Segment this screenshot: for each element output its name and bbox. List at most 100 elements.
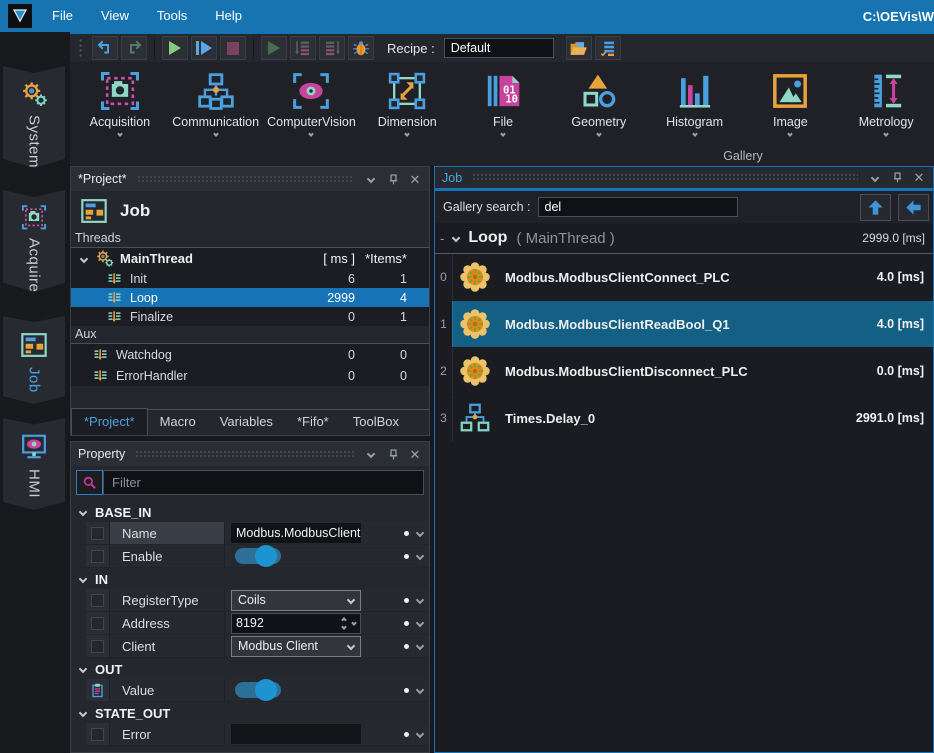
recipe-list-button[interactable] <box>595 36 621 60</box>
checkbox[interactable] <box>91 728 104 741</box>
gallery-item-file[interactable]: File <box>455 70 551 136</box>
property-row-registertype[interactable]: RegisterType Coils <box>86 589 429 612</box>
run-button[interactable] <box>162 36 188 60</box>
checkbox[interactable] <box>91 617 104 630</box>
checkbox[interactable] <box>91 550 104 563</box>
property-row-enable[interactable]: Enable <box>86 545 429 568</box>
row-checkbox-cell[interactable] <box>86 522 110 544</box>
close-button[interactable]: ✕ <box>912 171 926 185</box>
menu-file[interactable]: File <box>38 0 87 32</box>
thread-row-loop[interactable]: Loop 2999 4 <box>71 288 429 307</box>
gallery-item-histogram[interactable]: Histogram <box>647 70 743 136</box>
value-toggle[interactable] <box>235 682 281 698</box>
chevron-down-icon[interactable] <box>416 686 424 694</box>
chevron-down-icon[interactable] <box>404 131 410 137</box>
checkbox[interactable] <box>91 594 104 607</box>
panel-menu-button[interactable] <box>364 172 378 186</box>
collapse-minus[interactable]: - <box>440 231 444 246</box>
gallery-item-dimension[interactable]: Dimension <box>359 70 455 136</box>
client-select[interactable]: Modbus Client <box>231 636 361 657</box>
toolbar-grip[interactable] <box>78 38 83 58</box>
checkbox[interactable] <box>91 640 104 653</box>
gallery-item-geometry[interactable]: Geometry <box>551 70 647 136</box>
sidebar-tab-hmi[interactable]: HMI <box>3 418 65 510</box>
close-button[interactable]: ✕ <box>408 447 422 461</box>
redo-button[interactable] <box>121 36 147 60</box>
chevron-down-icon[interactable] <box>788 131 794 137</box>
row-checkbox-cell[interactable] <box>86 612 110 634</box>
chevron-down-icon[interactable] <box>596 131 602 137</box>
gallery-item-communication[interactable]: Communication <box>168 70 264 136</box>
pin-button[interactable] <box>386 447 400 461</box>
row-checkbox-cell[interactable] <box>86 589 110 611</box>
menu-help[interactable]: Help <box>201 0 256 32</box>
row-checkbox-cell[interactable] <box>86 635 110 657</box>
property-row-client[interactable]: Client Modbus Client <box>86 635 429 658</box>
panel-drag-texture[interactable] <box>137 175 354 184</box>
registertype-select[interactable]: Coils <box>231 590 361 611</box>
run-once-button[interactable] <box>261 36 287 60</box>
recipe-input[interactable] <box>444 38 554 58</box>
chevron-down-icon[interactable] <box>416 642 424 650</box>
filter-input[interactable] <box>103 470 424 495</box>
sidebar-tab-job[interactable]: Job <box>3 316 65 404</box>
stop-button[interactable] <box>220 36 246 60</box>
sidebar-tab-system[interactable]: System <box>3 66 65 168</box>
name-value-field[interactable]: Modbus.ModbusClientReadBool_Q1 <box>231 523 361 543</box>
thread-row-init[interactable]: Init 6 1 <box>71 269 429 288</box>
gallery-search-input[interactable] <box>538 197 738 217</box>
panel-drag-texture[interactable] <box>135 450 354 459</box>
thread-row-finalize[interactable]: Finalize 0 1 <box>71 307 429 326</box>
chevron-down-icon[interactable] <box>416 619 424 627</box>
property-row-address[interactable]: Address 8192 <box>86 612 429 635</box>
step-over-button[interactable] <box>319 36 345 60</box>
section-base-in[interactable]: BASE_IN <box>71 501 429 522</box>
menu-tools[interactable]: Tools <box>143 0 201 32</box>
open-recipe-button[interactable] <box>566 36 592 60</box>
property-row-name[interactable]: Name Modbus.ModbusClientReadBool_Q1 <box>86 522 429 545</box>
job-item-disconnect[interactable]: 2 Modbus.ModbusClientDisconnect_PLC 0.0 … <box>435 348 933 394</box>
chevron-down-icon[interactable] <box>692 131 698 137</box>
step-into-button[interactable] <box>290 36 316 60</box>
row-checkbox-cell[interactable] <box>86 723 110 745</box>
close-button[interactable]: ✕ <box>408 172 422 186</box>
step-run-button[interactable] <box>191 36 217 60</box>
chevron-down-icon[interactable] <box>416 596 424 604</box>
expander-icon[interactable] <box>452 234 460 242</box>
checkbox[interactable] <box>91 527 104 540</box>
tab-fifo[interactable]: *Fifo* <box>285 410 341 435</box>
tab-toolbox[interactable]: ToolBox <box>341 410 411 435</box>
pin-button[interactable] <box>386 172 400 186</box>
chevron-down-icon[interactable] <box>117 131 123 137</box>
property-row-value[interactable]: Value <box>86 679 429 702</box>
panel-menu-button[interactable] <box>868 171 882 185</box>
chevron-down-icon[interactable] <box>416 552 424 560</box>
pin-button[interactable] <box>890 171 904 185</box>
menu-view[interactable]: View <box>87 0 143 32</box>
gallery-item-acquisition[interactable]: Acquisition <box>72 70 168 136</box>
sidebar-tab-acquire[interactable]: Acquire <box>3 190 65 292</box>
section-in[interactable]: IN <box>71 568 429 589</box>
panel-menu-button[interactable] <box>364 447 378 461</box>
expander-icon[interactable] <box>80 254 88 262</box>
tab-variables[interactable]: Variables <box>208 410 285 435</box>
spinner-arrows[interactable] <box>342 618 346 629</box>
job-item-connect[interactable]: 0 Modbus.ModbusClientConnect_PLC 4.0 [ms… <box>435 254 933 300</box>
undo-button[interactable] <box>92 36 118 60</box>
enable-toggle[interactable] <box>235 548 281 564</box>
loop-group-header[interactable]: - Loop ( MainThread ) 2999.0 [ms] <box>435 223 933 254</box>
aux-row-watchdog[interactable]: Watchdog 0 0 <box>71 344 429 365</box>
debug-button[interactable] <box>348 36 374 60</box>
thread-row-mainthread[interactable]: MainThread [ ms ] *Items* <box>71 248 429 269</box>
chevron-down-icon[interactable] <box>416 730 424 738</box>
gallery-item-image[interactable]: Image <box>742 70 838 136</box>
section-state-out[interactable]: STATE_OUT <box>71 702 429 723</box>
chevron-down-icon[interactable] <box>883 131 889 137</box>
section-out[interactable]: OUT <box>71 658 429 679</box>
panel-drag-texture[interactable] <box>472 173 858 182</box>
filter-search-button[interactable] <box>76 470 103 495</box>
aux-row-errorhandler[interactable]: ErrorHandler 0 0 <box>71 365 429 386</box>
gallery-item-computervision[interactable]: ComputerVision <box>264 70 360 136</box>
tab-project[interactable]: *Project* <box>71 408 148 435</box>
row-checkbox-cell[interactable] <box>86 545 110 567</box>
